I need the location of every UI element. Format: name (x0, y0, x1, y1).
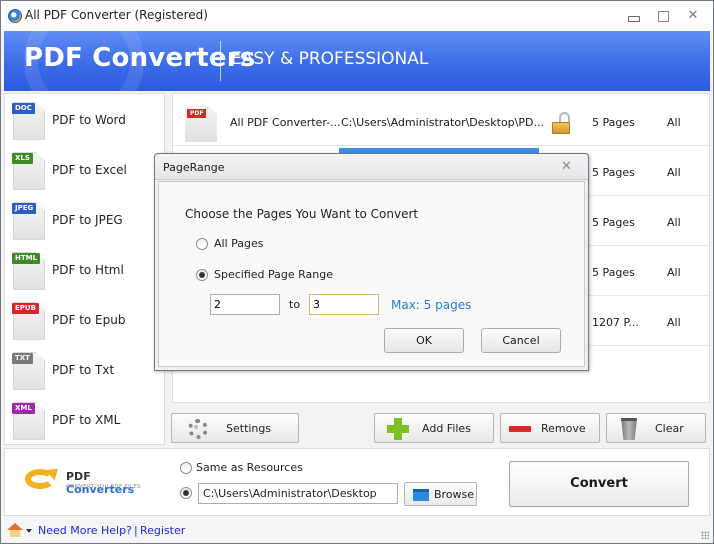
sidebar-item-epub[interactable]: EPUB PDF to Epub (9, 298, 159, 344)
max-pages-label: Max: 5 pages (391, 298, 472, 312)
folder-icon (413, 489, 429, 501)
all-pages-radio[interactable] (196, 238, 208, 250)
file-page-range[interactable]: All (667, 216, 681, 229)
sidebar-item-label: PDF to Epub (52, 313, 126, 327)
dialog-body: Choose the Pages You Want to Convert All… (158, 181, 585, 367)
help-link[interactable]: Need More Help? (38, 524, 132, 537)
sidebar-item-label: PDF to Excel (52, 163, 127, 177)
minus-icon (509, 426, 531, 432)
file-page-count: 1207 P... (592, 316, 639, 329)
sidebar-item-label: PDF to JPEG (52, 213, 123, 227)
file-page-range[interactable]: All (667, 166, 681, 179)
settings-button[interactable]: Settings (171, 413, 299, 443)
register-link[interactable]: Register (140, 524, 185, 537)
unlock-icon[interactable] (552, 112, 572, 134)
trash-icon (621, 418, 637, 440)
file-path: C:\Users\Administrator\Desktop\PD... (341, 116, 544, 129)
banner-tagline: EASY & PROFESSIONAL (231, 49, 429, 69)
dialog-close-icon[interactable]: ✕ (561, 159, 572, 174)
clear-label: Clear (655, 422, 684, 435)
close-button[interactable]: ✕ (685, 9, 701, 23)
same-as-resources-radio[interactable] (180, 462, 192, 474)
maximize-button[interactable] (655, 9, 671, 23)
remove-button[interactable]: Remove (500, 413, 600, 443)
clear-button[interactable]: Clear (606, 413, 706, 443)
logo-arrow-icon (25, 469, 55, 489)
remove-label: Remove (541, 422, 586, 435)
epub-badge: EPUB (12, 303, 39, 314)
sidebar-item-txt[interactable]: TXT PDF to Txt (9, 348, 159, 394)
xls-badge: XLS (12, 153, 33, 164)
cancel-button[interactable]: Cancel (481, 328, 561, 353)
range-from-input[interactable] (210, 294, 280, 315)
file-name: All PDF Converter-... (230, 116, 341, 129)
link-separator: | (134, 524, 138, 537)
settings-label: Settings (226, 422, 272, 435)
resize-grip[interactable] (701, 531, 709, 539)
page-range-dialog: PageRange ✕ Choose the Pages You Want to… (154, 153, 589, 371)
sidebar-item-word[interactable]: DOC PDF to Word (9, 98, 159, 144)
all-pages-label: All Pages (214, 237, 264, 250)
same-as-resources-label: Same as Resources (196, 461, 303, 474)
minimize-button[interactable] (625, 9, 641, 23)
jpeg-badge: JPEG (12, 203, 37, 214)
file-page-count: 5 Pages (592, 116, 635, 129)
specified-range-label: Specified Page Range (214, 268, 334, 281)
banner-divider (220, 41, 221, 81)
pdf-badge: PDF (187, 109, 207, 118)
dialog-heading: Choose the Pages You Want to Convert (185, 207, 419, 221)
range-to-input[interactable] (309, 294, 379, 315)
ok-button[interactable]: OK (384, 328, 464, 353)
browse-button[interactable]: Browse (404, 482, 477, 506)
browse-label: Browse (434, 488, 475, 501)
add-files-button[interactable]: Add Files (374, 413, 494, 443)
add-files-label: Add Files (422, 422, 471, 435)
lock-body (552, 122, 570, 134)
conversion-sidebar: DOC PDF to Word XLS PDF to Excel JPEG PD… (4, 93, 165, 445)
file-page-count: 5 Pages (592, 166, 635, 179)
file-page-count: 5 Pages (592, 266, 635, 279)
sidebar-item-label: PDF to Word (52, 113, 126, 127)
file-page-range[interactable]: All (667, 316, 681, 329)
brand-logo: PDF Converters Convert You PDF files (21, 463, 161, 499)
sidebar-item-label: PDF to Html (52, 263, 124, 277)
home-icon[interactable] (7, 523, 23, 537)
logo-subtitle: Convert You PDF files (66, 484, 141, 490)
file-page-count: 5 Pages (592, 216, 635, 229)
doc-badge: DOC (12, 103, 35, 114)
sidebar-item-jpeg[interactable]: JPEG PDF to JPEG (9, 198, 159, 244)
app-logo-icon (8, 9, 22, 23)
sidebar-item-label: PDF to XML (52, 413, 121, 427)
gear-icon (188, 419, 208, 439)
file-page-range[interactable]: All (667, 116, 681, 129)
to-label: to (289, 298, 301, 311)
title-bar: All PDF Converter (Registered) ✕ (1, 1, 713, 31)
sidebar-item-excel[interactable]: XLS PDF to Excel (9, 148, 159, 194)
convert-label: Convert (570, 476, 628, 491)
file-page-range[interactable]: All (667, 266, 681, 279)
plus-icon (387, 418, 409, 440)
sidebar-item-xml[interactable]: XML PDF to XML (9, 398, 159, 444)
output-panel: PDF Converters Convert You PDF files Sam… (4, 448, 710, 516)
dialog-title-bar: PageRange ✕ (155, 154, 588, 180)
logo-pdf-text: PDF (66, 470, 91, 483)
app-window: All PDF Converter (Registered) ✕ PDF Con… (0, 0, 714, 544)
dialog-title: PageRange (163, 161, 225, 174)
html-badge: HTML (12, 253, 41, 264)
sidebar-item-label: PDF to Txt (52, 363, 115, 377)
xml-badge: XML (12, 403, 35, 414)
sidebar-item-html[interactable]: HTML PDF to Html (9, 248, 159, 294)
window-title: All PDF Converter (Registered) (25, 8, 208, 22)
file-row[interactable]: PDF All PDF Converter-... C:\Users\Admin… (173, 96, 709, 154)
status-bar: Need More Help? | Register (1, 517, 713, 543)
header-banner: PDF Converters EASY & PROFESSIONAL (4, 31, 710, 91)
custom-path-radio[interactable] (180, 487, 192, 499)
output-path-input[interactable] (198, 483, 398, 504)
logo-text: PDF Converters (66, 470, 161, 496)
txt-badge: TXT (12, 353, 33, 364)
specified-range-radio[interactable] (196, 269, 208, 281)
convert-button[interactable]: Convert (509, 461, 689, 507)
chevron-down-icon[interactable] (26, 529, 32, 533)
